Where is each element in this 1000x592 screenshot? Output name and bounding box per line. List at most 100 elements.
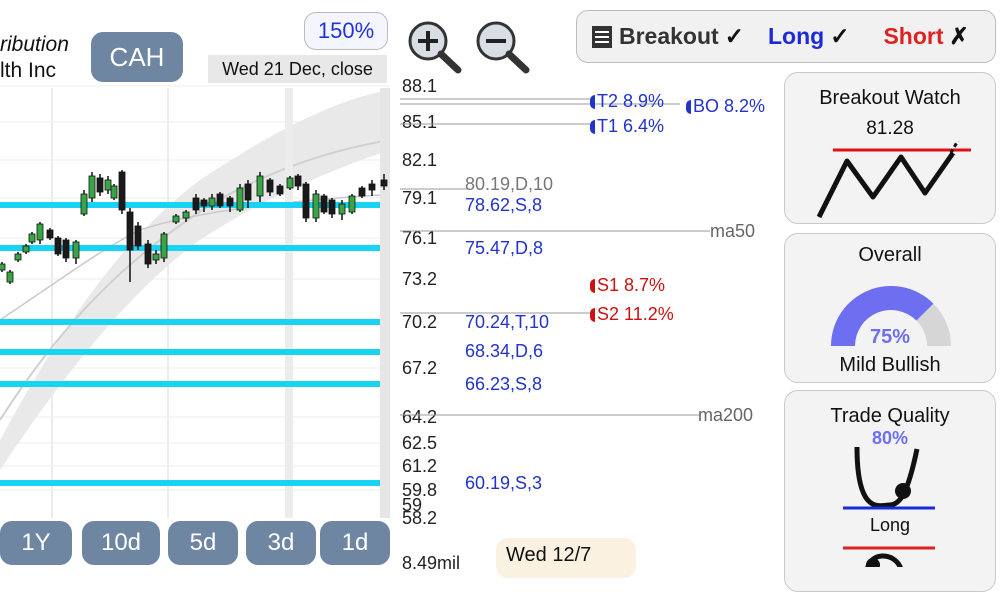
long-label: Long — [767, 23, 825, 49]
target-label: T2 8.9% — [590, 91, 664, 112]
candle-body — [348, 195, 356, 213]
target-label: BO 8.2% — [686, 96, 765, 117]
target-text: T1 6.4% — [597, 116, 665, 136]
level-label: 75.47,D,8 — [465, 238, 544, 258]
candle-body — [72, 241, 80, 259]
breakout-label: Breakout — [619, 23, 719, 49]
candle-body — [22, 245, 30, 253]
target-label: T1 6.4% — [590, 116, 664, 137]
company-name-line2: lth Inc — [0, 59, 57, 82]
candle-body — [28, 233, 36, 243]
candle-body — [226, 197, 234, 207]
candle-body — [0, 263, 6, 271]
level-lines — [400, 98, 710, 416]
company-name-line1: ribution — [0, 33, 69, 56]
range-5d-button[interactable]: 5d — [168, 521, 238, 565]
overall-title: Overall — [858, 244, 922, 266]
candle-body — [208, 197, 216, 207]
range-3d-button[interactable]: 3d — [246, 521, 316, 565]
target-text: T2 8.9% — [597, 91, 665, 111]
breakout-watch-value: 81.28 — [866, 118, 914, 139]
list-icon — [592, 25, 612, 48]
ma200-label: ma200 — [698, 405, 754, 425]
target-marker-icon — [590, 278, 595, 293]
trade-quality-icon — [843, 447, 935, 567]
target-marker-icon — [590, 94, 595, 109]
trade-quality-title: Trade Quality — [830, 405, 950, 427]
range-1y-button[interactable]: 1Y — [0, 521, 72, 565]
ma50-label: ma50 — [710, 221, 756, 241]
breakout-pattern-icon — [816, 141, 971, 219]
candle-body — [104, 179, 112, 191]
breakout-toggle[interactable]: Breakout ✓ — [591, 23, 744, 50]
long-toggle[interactable]: Long ✓ — [768, 23, 849, 50]
level-label: 60.19,S,3 — [465, 473, 543, 493]
candle-body — [126, 211, 134, 251]
candle-body — [294, 175, 302, 187]
target-text: S1 8.7% — [597, 275, 666, 295]
candle-body — [216, 193, 224, 207]
cross-icon: ✗ — [949, 23, 969, 49]
overall-panel[interactable]: Overall 75% Mild Bullish — [784, 233, 996, 383]
level-label: 80.19,D,10 — [465, 174, 554, 194]
date-label: Wed 21 Dec, close — [208, 55, 387, 83]
candle-body — [312, 193, 320, 219]
candle-body — [236, 187, 244, 211]
candle-body — [200, 199, 208, 207]
candle-body — [320, 195, 328, 213]
level-label: 78.62,S,8 — [465, 195, 543, 215]
short-label: Short — [883, 23, 944, 49]
support-line — [0, 480, 380, 486]
target-text: S2 11.2% — [597, 304, 674, 324]
support-line — [0, 381, 380, 387]
candle-body — [160, 233, 168, 259]
candle-body — [96, 177, 104, 193]
short-toggle[interactable]: Short ✗ — [883, 23, 968, 50]
candle-body — [46, 229, 54, 239]
range-1d-button[interactable]: 1d — [320, 521, 390, 565]
candle-body — [110, 185, 118, 199]
trade-quality-side: Long — [869, 515, 911, 535]
range-10d-button[interactable]: 10d — [82, 521, 160, 565]
candle-body — [54, 237, 62, 255]
target-marker-icon — [590, 119, 595, 134]
candle-body — [182, 211, 190, 219]
price-chart[interactable] — [0, 0, 400, 572]
candle-body — [14, 253, 22, 261]
candle-body — [338, 203, 346, 215]
candle-body — [172, 215, 180, 223]
footer-date: Wed 12/7 — [496, 538, 636, 578]
level-label: 66.23,S,8 — [465, 374, 543, 394]
candle-body — [62, 239, 70, 259]
candle-body — [328, 199, 336, 215]
target-marker-icon — [686, 99, 691, 114]
range-buttons: 1Y 10d 5d 3d 1d — [0, 521, 400, 565]
breakout-watch-title: Breakout Watch — [819, 87, 961, 109]
candle-body — [80, 193, 88, 215]
candle-body — [6, 271, 14, 283]
candle-body — [36, 223, 44, 241]
zoom-level[interactable]: 150% — [304, 12, 388, 50]
support-line — [0, 349, 380, 355]
candle-body — [368, 183, 376, 191]
candle-body — [266, 179, 274, 193]
target-label: S1 8.7% — [590, 275, 665, 296]
level-label: 70.24,T,10 — [465, 312, 550, 332]
candle-body — [276, 185, 284, 195]
trade-quality-percent: 80% — [871, 428, 909, 448]
level-label: 68.34,D,6 — [465, 341, 544, 361]
breakout-watch-panel[interactable]: Breakout Watch 81.28 — [784, 72, 996, 224]
overall-percent: 75% — [869, 326, 911, 348]
candle-body — [256, 175, 264, 197]
trade-quality-panel[interactable]: Trade Quality 80% Long — [784, 390, 996, 592]
support-line — [0, 319, 380, 325]
candle-body — [152, 253, 160, 261]
check-icon: ✓ — [830, 23, 850, 49]
candle-body — [134, 225, 142, 247]
candle-body — [358, 187, 366, 197]
signal-toolbar: Breakout ✓ Long ✓ Short ✗ — [576, 10, 996, 63]
target-marker-icon — [590, 307, 595, 322]
ticker-button[interactable]: CAH — [91, 32, 183, 82]
target-label: S2 11.2% — [590, 304, 674, 325]
overall-sentiment: Mild Bullish — [839, 354, 941, 376]
